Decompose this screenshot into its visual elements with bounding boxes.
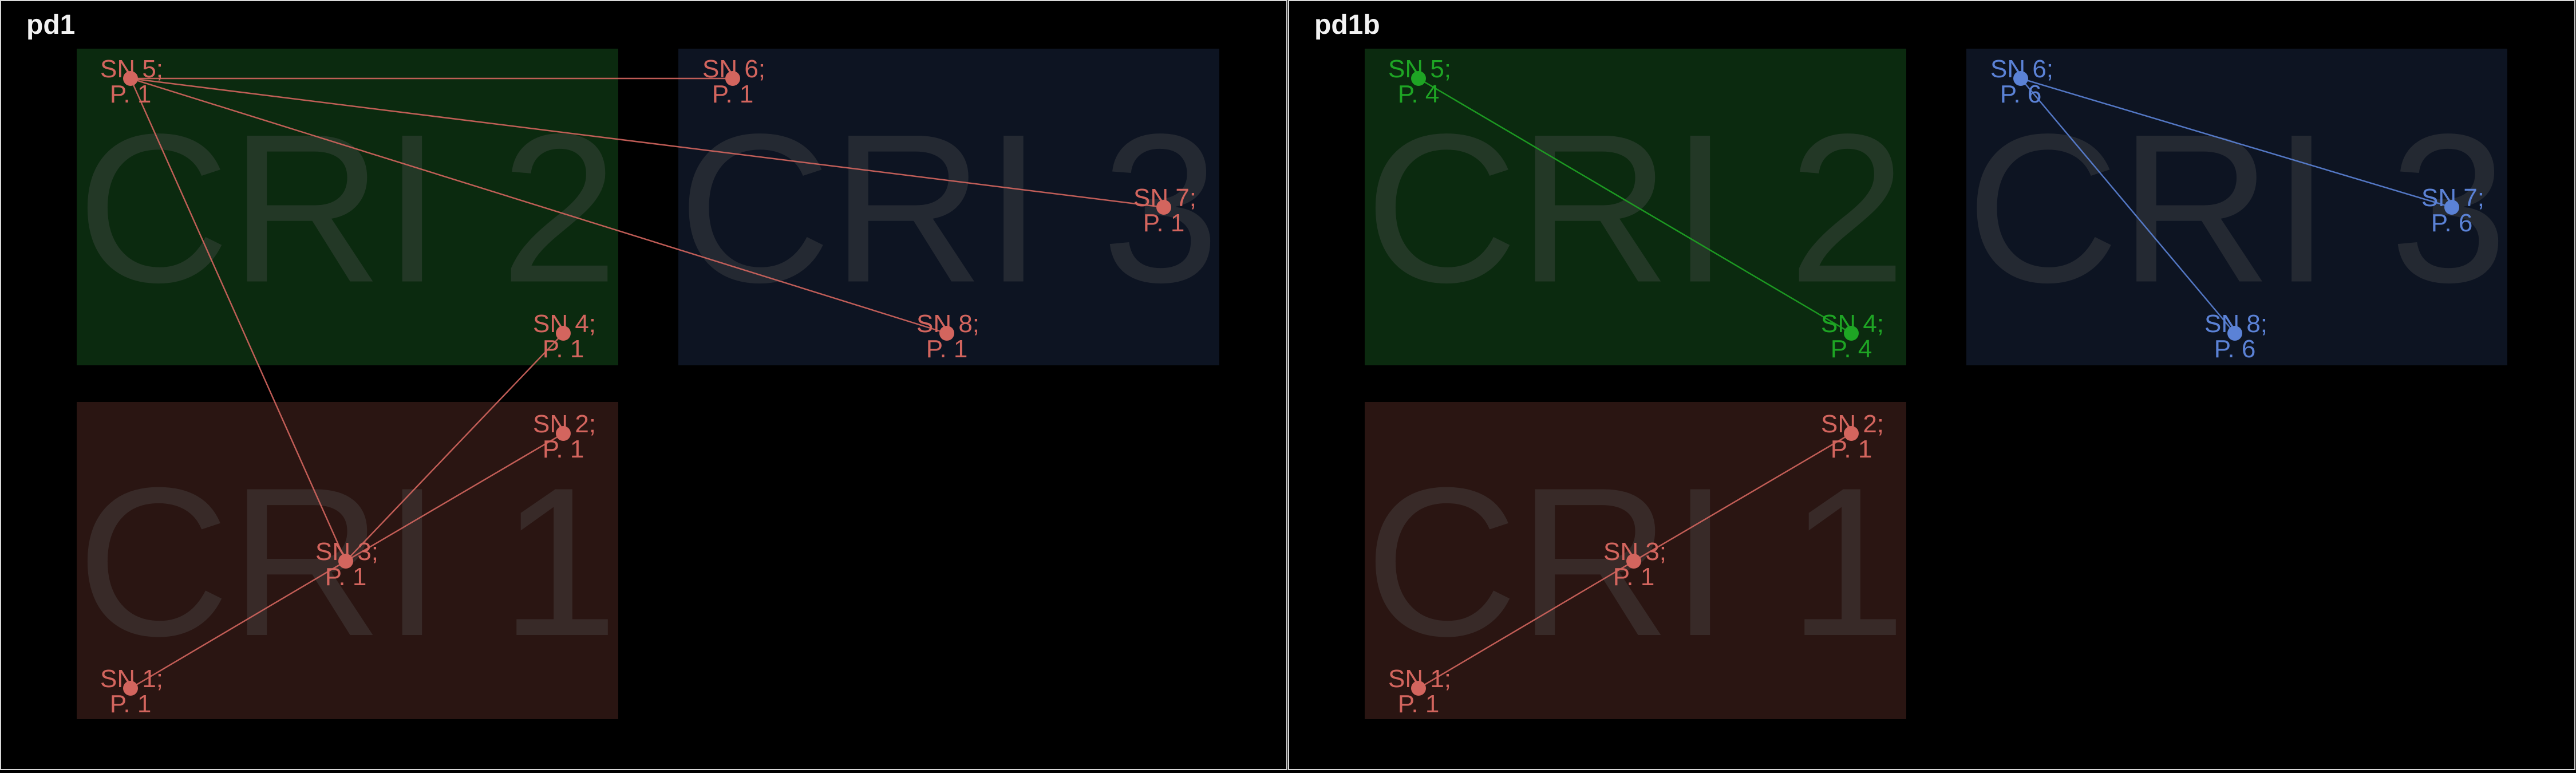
node-label: P. 1: [543, 335, 584, 363]
node-label: SN 3;: [315, 538, 378, 566]
node-label: SN 7;: [2421, 184, 2484, 212]
node-label: P. 6: [2214, 335, 2256, 363]
node-label: P. 1: [543, 435, 584, 463]
node-label: P. 1: [926, 335, 968, 363]
node-label: P. 4: [1831, 335, 1872, 363]
node-label: P. 1: [1613, 563, 1655, 591]
node-label: P. 6: [2431, 209, 2473, 237]
diagram-panel-pd1b: pd1b CRI 2 CRI 3 CRI 1 SN 5; P. 4 SN 4; P. 4 SN…: [1288, 0, 2575, 770]
node-label: SN 6;: [1990, 55, 2053, 83]
node-label: SN 8;: [2204, 310, 2267, 338]
network-diagram: CRI 2 CRI 3CRI 1SN 5;P. 4SN 4;P. 4SN 6;P.…: [1365, 49, 2507, 719]
node-label: P. 1: [1398, 690, 1440, 718]
node-label: P. 1: [1831, 435, 1872, 463]
node-label: P. 1: [712, 80, 754, 108]
node-label: SN 2;: [1821, 410, 1884, 438]
node-label: SN 3;: [1603, 538, 1666, 566]
node-label: SN 2;: [533, 410, 596, 438]
node-label: P. 1: [110, 690, 152, 718]
node-label: SN 4;: [533, 310, 596, 338]
node-label: SN 4;: [1821, 310, 1884, 338]
region-label: CRI 2: [77, 90, 618, 327]
node-label: P. 4: [1398, 80, 1440, 108]
node-label: SN 5;: [100, 55, 163, 83]
node-label: P. 1: [110, 80, 152, 108]
node-label: P. 1: [325, 563, 367, 591]
node-label: SN 1;: [100, 665, 163, 693]
node-label: SN 8;: [916, 310, 979, 338]
node-label: SN 7;: [1133, 184, 1196, 212]
node-label: SN 5;: [1388, 55, 1451, 83]
diagram-panel-pd1: pd1 CRI 2 CRI 3 CRI 1 SN 5; P. 1 SN 6; P. 1 SN …: [0, 0, 1287, 770]
node-label: SN 6;: [702, 55, 765, 83]
node-label: SN 1;: [1388, 665, 1451, 693]
region-label: CRI 2: [1365, 90, 1906, 327]
network-diagram: CRI 2 CRI 3CRI 1SN 5;P. 1SN 6;P. 1SN 7;P.…: [77, 49, 1219, 719]
node-label: P. 6: [2000, 80, 2042, 108]
node-label: P. 1: [1143, 209, 1185, 237]
